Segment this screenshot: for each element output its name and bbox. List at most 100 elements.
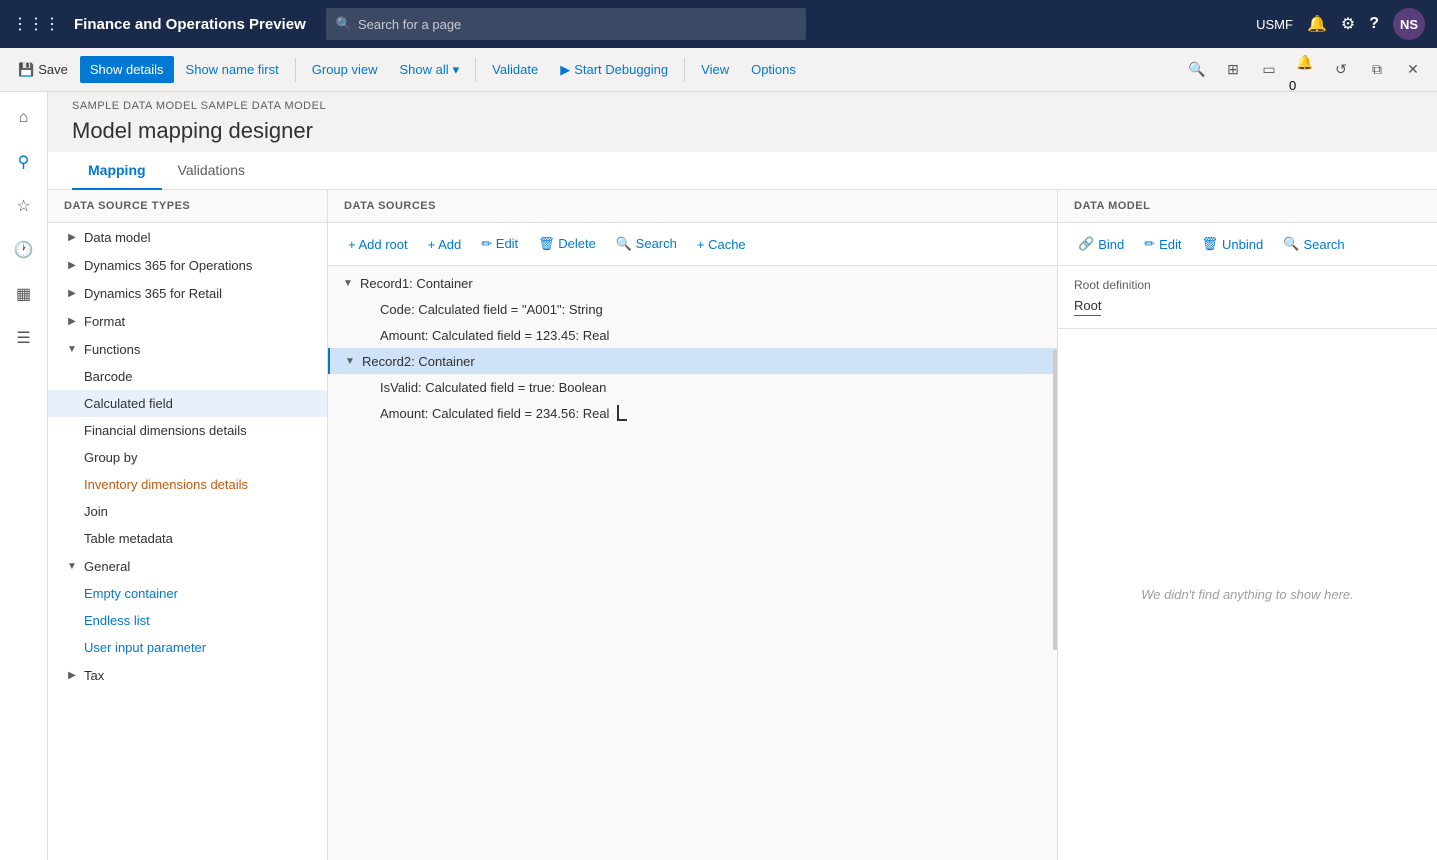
- open-external-icon[interactable]: ⧉: [1361, 54, 1393, 86]
- sidebar-table-icon[interactable]: ▦: [6, 276, 42, 312]
- main-layout: ⌂ ⚲ ☆ 🕐 ▦ ☰ SAMPLE DATA MODEL SAMPLE DAT…: [0, 92, 1437, 860]
- tree-item-d365-retail[interactable]: ▶ Dynamics 365 for Retail: [48, 279, 327, 307]
- tree-item-functions[interactable]: ▼ Functions: [48, 335, 327, 363]
- validate-button[interactable]: Validate: [482, 56, 548, 83]
- tree-item-join[interactable]: Join: [48, 498, 327, 525]
- tree-item-label: Dynamics 365 for Retail: [84, 286, 311, 301]
- tree-item-calculated-field[interactable]: Calculated field: [48, 390, 327, 417]
- cache-button[interactable]: + Cache: [689, 232, 754, 257]
- start-debugging-button[interactable]: ▶ Start Debugging: [550, 56, 678, 84]
- user-avatar[interactable]: NS: [1393, 8, 1425, 40]
- expand-icon: ▼: [342, 353, 358, 369]
- tree-item-label: Table metadata: [84, 531, 311, 546]
- bind-button[interactable]: 🔗 Bind: [1070, 231, 1132, 257]
- tree-item-label: Join: [84, 504, 311, 519]
- tree-item-general[interactable]: ▼ General: [48, 552, 327, 580]
- grid-icon[interactable]: ⊞: [1217, 54, 1249, 86]
- ds-item-record1[interactable]: ▼ Record1: Container: [328, 270, 1057, 296]
- group-view-button[interactable]: Group view: [302, 56, 388, 83]
- add-root-button[interactable]: + Add root: [340, 232, 416, 257]
- sidebar-home-icon[interactable]: ⌂: [6, 100, 42, 136]
- dm-search-icon: 🔍: [1283, 236, 1299, 252]
- tab-validations[interactable]: Validations: [162, 152, 261, 190]
- delete-label: 🗑 Delete: [538, 236, 596, 252]
- dm-edit-button[interactable]: ✏ Edit: [1136, 231, 1189, 257]
- view-button[interactable]: View: [691, 56, 739, 83]
- split-pane: DATA SOURCE TYPES ▶ Data model ▶ Dynamic…: [48, 190, 1437, 860]
- show-name-first-label: Show name first: [186, 62, 279, 77]
- help-icon[interactable]: ?: [1369, 15, 1379, 33]
- refresh-icon[interactable]: ↺: [1325, 54, 1357, 86]
- tree-item-label: Group by: [84, 450, 311, 465]
- tree-item-label: General: [84, 559, 311, 574]
- close-icon[interactable]: ✕: [1397, 54, 1429, 86]
- show-details-button[interactable]: Show details: [80, 56, 174, 83]
- unbind-icon: 🗑: [1202, 236, 1219, 252]
- cursor-icon: [617, 405, 627, 421]
- top-nav: ⋮⋮⋮ Finance and Operations Preview 🔍 USM…: [0, 0, 1437, 48]
- tree-item-user-input-param[interactable]: User input parameter: [48, 634, 327, 661]
- tree-item-financial-dimensions[interactable]: Financial dimensions details: [48, 417, 327, 444]
- show-all-label: Show all: [400, 62, 449, 77]
- start-debugging-label: Start Debugging: [574, 62, 668, 77]
- page-title: Model mapping designer: [48, 116, 1437, 152]
- separator-1: [295, 58, 296, 82]
- tree-item-inventory-dimensions[interactable]: Inventory dimensions details: [48, 471, 327, 498]
- ds-item-amount2[interactable]: Amount: Calculated field = 234.56: Real: [328, 400, 1057, 426]
- tree-item-label: Inventory dimensions details: [84, 477, 311, 492]
- tree-item-empty-container[interactable]: Empty container: [48, 580, 327, 607]
- search-toolbar-icon[interactable]: 🔍: [1181, 54, 1213, 86]
- sidebar-star-icon[interactable]: ☆: [6, 188, 42, 224]
- panel-icon[interactable]: ▭: [1253, 54, 1285, 86]
- delete-button[interactable]: 🗑 Delete: [530, 231, 604, 257]
- top-search-icon: 🔍: [336, 16, 352, 32]
- tree-item-d365-operations[interactable]: ▶ Dynamics 365 for Operations: [48, 251, 327, 279]
- root-def-label: Root definition: [1074, 278, 1421, 292]
- middle-panel: DATA SOURCES + Add root + Add ✏ Edit 🗑 D…: [328, 190, 1057, 860]
- tree-item-data-model[interactable]: ▶ Data model: [48, 223, 327, 251]
- expand-icon: ▶: [64, 667, 80, 683]
- sidebar-list-icon[interactable]: ☰: [6, 320, 42, 356]
- group-view-label: Group view: [312, 62, 378, 77]
- tree-item-barcode[interactable]: Barcode: [48, 363, 327, 390]
- unbind-label: Unbind: [1222, 237, 1263, 252]
- edit-label: ✏ Edit: [481, 236, 518, 252]
- top-search-input[interactable]: [358, 17, 796, 32]
- add-button[interactable]: + Add: [420, 232, 470, 257]
- unbind-button[interactable]: 🗑 Unbind: [1194, 231, 1272, 257]
- sidebar-filter-icon[interactable]: ⚲: [6, 144, 42, 180]
- sidebar-clock-icon[interactable]: 🕐: [6, 232, 42, 268]
- notification-icon[interactable]: 🔔: [1289, 46, 1321, 78]
- tree-item-format[interactable]: ▶ Format: [48, 307, 327, 335]
- ds-item-isvalid[interactable]: IsValid: Calculated field = true: Boolea…: [328, 374, 1057, 400]
- ds-item-record2[interactable]: ▼ Record2: Container: [328, 348, 1057, 374]
- edit-button[interactable]: ✏ Edit: [473, 231, 526, 257]
- tab-mapping[interactable]: Mapping: [72, 152, 162, 190]
- left-panel-header: DATA SOURCE TYPES: [48, 190, 327, 223]
- search-ds-button[interactable]: 🔍 Search: [608, 231, 685, 257]
- save-button[interactable]: 💾 Save: [8, 56, 78, 84]
- show-all-button[interactable]: Show all ▾: [390, 56, 470, 84]
- data-sources-tree: ▼ Record1: Container Code: Calculated fi…: [328, 266, 1057, 860]
- expand-icon: ▼: [64, 558, 80, 574]
- tabs-bar: Mapping Validations: [48, 152, 1437, 190]
- expand-icon: ▶: [64, 257, 80, 273]
- bell-icon[interactable]: 🔔: [1307, 14, 1327, 34]
- app-grid-icon[interactable]: ⋮⋮⋮: [12, 14, 60, 34]
- top-search-bar[interactable]: 🔍: [326, 8, 806, 40]
- ds-item-label: Record1: Container: [360, 276, 473, 291]
- gear-icon[interactable]: ⚙: [1341, 14, 1355, 34]
- ds-item-code[interactable]: Code: Calculated field = "A001": String: [328, 296, 1057, 322]
- options-label: Options: [751, 62, 796, 77]
- ds-item-amount1[interactable]: Amount: Calculated field = 123.45: Real: [328, 322, 1057, 348]
- tree-item-group-by[interactable]: Group by: [48, 444, 327, 471]
- dm-search-button[interactable]: 🔍 Search: [1275, 231, 1352, 257]
- tree-item-tax[interactable]: ▶ Tax: [48, 661, 327, 689]
- tree-item-table-metadata[interactable]: Table metadata: [48, 525, 327, 552]
- resize-handle[interactable]: [1053, 350, 1057, 650]
- save-label: Save: [38, 62, 68, 77]
- tree-item-endless-list[interactable]: Endless list: [48, 607, 327, 634]
- breadcrumb: SAMPLE DATA MODEL SAMPLE DATA MODEL: [48, 92, 1437, 116]
- show-name-first-button[interactable]: Show name first: [176, 56, 289, 83]
- options-button[interactable]: Options: [741, 56, 806, 83]
